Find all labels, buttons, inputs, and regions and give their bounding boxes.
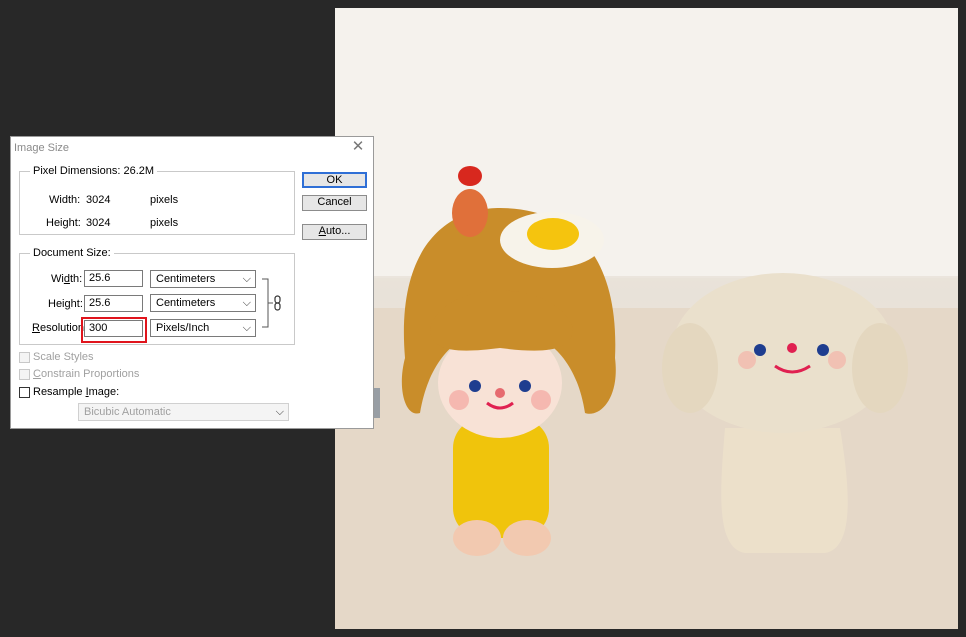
resolution-unit-select[interactable]: Pixels/Inch ⌵: [150, 319, 256, 337]
constrain-proportions-checkbox[interactable]: [19, 369, 30, 380]
doc-width-label: Width:: [51, 273, 83, 285]
pixel-dimensions-size: 26.2M: [123, 165, 155, 177]
pixel-width-unit: pixels: [150, 194, 179, 206]
pixel-height-label: Height:: [46, 217, 81, 229]
resample-image-checkbox[interactable]: [19, 387, 30, 398]
resample-image-label: Resample Image:: [33, 386, 120, 398]
chevron-down-icon: ⌵: [242, 297, 251, 309]
pixel-height-unit: pixels: [150, 217, 179, 229]
dialog-titlebar[interactable]: Image Size ✕: [11, 137, 373, 159]
auto-button[interactable]: Auto...: [302, 224, 367, 240]
chevron-down-icon: ⌵: [242, 273, 251, 285]
document-size-legend: Document Size:: [33, 247, 111, 259]
doc-height-input[interactable]: 25.6: [84, 295, 143, 312]
resolution-label: Resolution:: [32, 322, 88, 334]
scale-styles-label: Scale Styles: [33, 351, 94, 363]
image-size-dialog: Image Size ✕ Pixel Dimensions: 26.2M Wid…: [10, 136, 374, 429]
doc-height-label: Height:: [48, 298, 83, 310]
pixel-dimensions-legend: Pixel Dimensions: 26.2M: [33, 165, 155, 177]
constrain-proportions-label: Constrain Proportions: [33, 368, 140, 380]
cancel-button[interactable]: Cancel: [302, 195, 367, 211]
chevron-down-icon: ⌵: [242, 322, 251, 334]
canvas-photo: [335, 8, 958, 629]
ok-button[interactable]: OK: [302, 172, 367, 188]
close-icon[interactable]: ✕: [349, 138, 367, 156]
pixel-width-value: 3024: [86, 194, 111, 206]
doc-height-unit-select[interactable]: Centimeters ⌵: [150, 294, 256, 312]
doc-width-unit-select[interactable]: Centimeters ⌵: [150, 270, 256, 288]
scale-styles-checkbox[interactable]: [19, 352, 30, 363]
resolution-highlight-box: [81, 317, 147, 343]
pixel-width-label: Width:: [49, 194, 81, 206]
chain-link-icon[interactable]: [260, 277, 290, 329]
resample-method-select[interactable]: Bicubic Automatic ⌵: [78, 403, 289, 421]
pixel-height-value: 3024: [86, 217, 111, 229]
doc-width-input[interactable]: 25.6: [84, 270, 143, 287]
dialog-title: Image Size: [14, 142, 70, 154]
figurines-illustration: [335, 8, 958, 629]
chevron-down-icon: ⌵: [275, 406, 284, 418]
